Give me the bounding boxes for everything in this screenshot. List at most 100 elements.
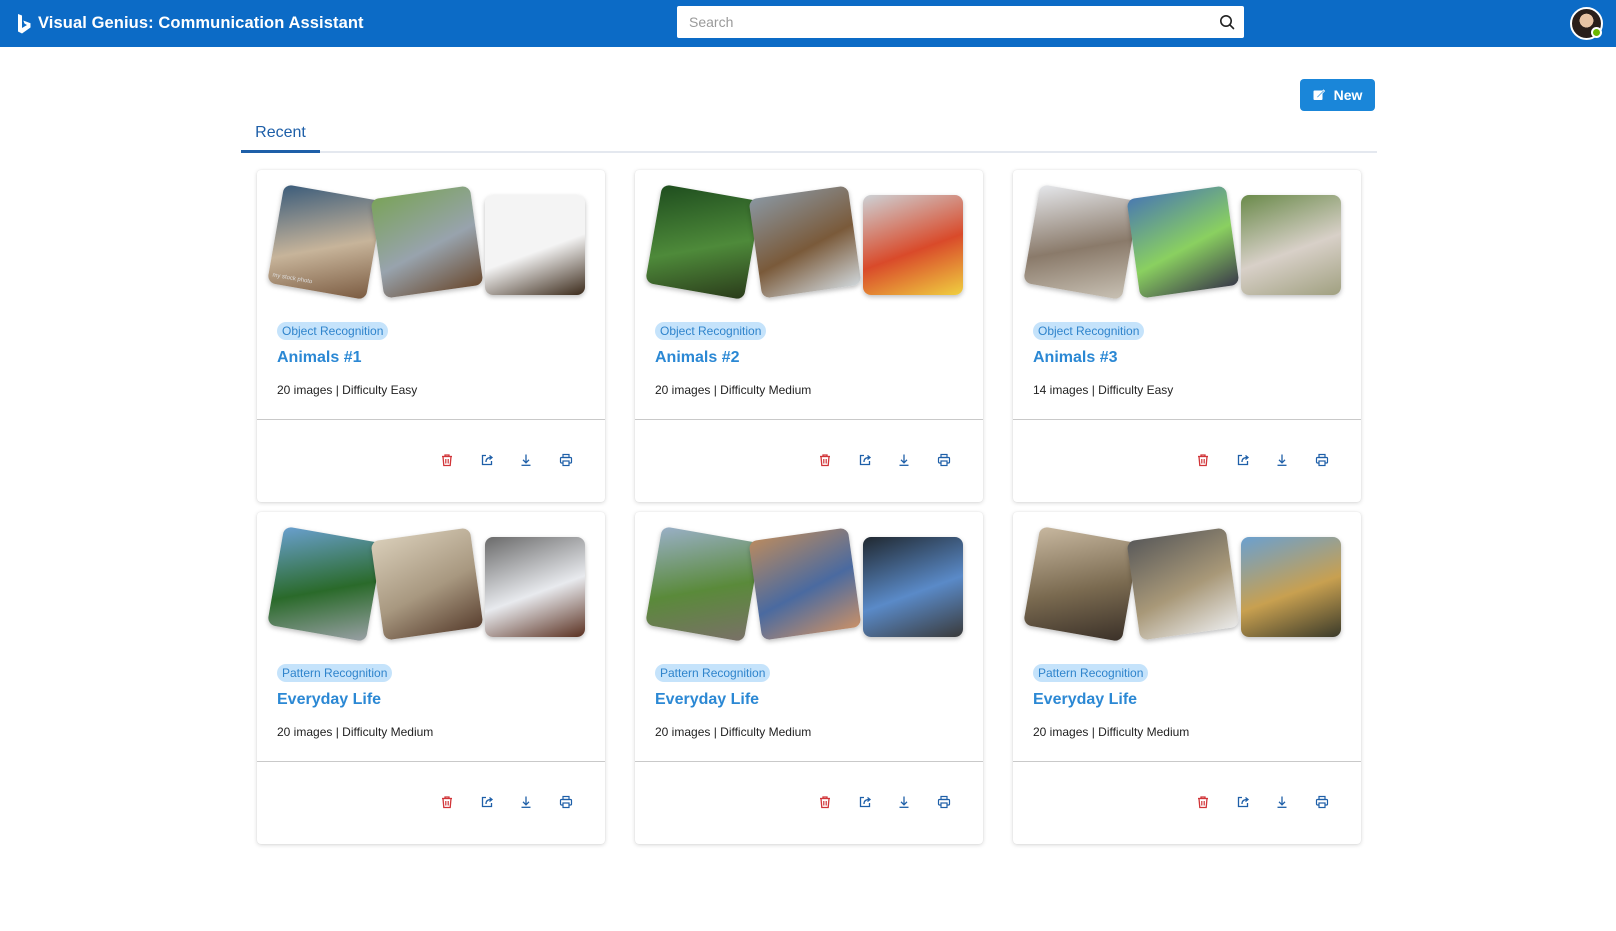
- card-thumbnails: my stock photo: [257, 170, 605, 320]
- delete-icon: [1196, 453, 1210, 467]
- card-divider: [1013, 761, 1361, 762]
- search-icon: [1220, 15, 1235, 30]
- thumbnail-image: [1126, 185, 1240, 299]
- thumbnail-image: [863, 195, 963, 295]
- card-thumbnails: [635, 512, 983, 662]
- card-divider: [1013, 419, 1361, 420]
- card-title[interactable]: Everyday Life: [655, 691, 759, 709]
- search-input[interactable]: [677, 6, 1210, 38]
- print-icon: [1315, 453, 1329, 467]
- thumbnail-image: [370, 527, 484, 641]
- brand[interactable]: Visual Genius: Communication Assistant: [16, 0, 364, 47]
- card[interactable]: Object Recognition Animals #2 20 images …: [635, 170, 983, 502]
- delete-icon: [818, 453, 832, 467]
- card-title[interactable]: Animals #2: [655, 349, 739, 367]
- card-divider: [635, 761, 983, 762]
- new-button[interactable]: New: [1300, 79, 1375, 111]
- category-tag: Object Recognition: [1033, 322, 1145, 340]
- card-actions: [1193, 450, 1353, 470]
- delete-icon: [440, 795, 454, 809]
- delete-button[interactable]: [437, 450, 457, 470]
- card-title[interactable]: Animals #1: [277, 349, 361, 367]
- print-button[interactable]: [556, 450, 576, 470]
- thumbnail-image: [485, 537, 585, 637]
- download-icon: [519, 453, 533, 467]
- share-icon: [858, 795, 872, 809]
- share-icon: [1236, 453, 1250, 467]
- card-meta: 20 images | Difficulty Medium: [655, 383, 812, 397]
- print-button[interactable]: [934, 450, 954, 470]
- thumbnail-image: [748, 527, 862, 641]
- share-icon: [480, 453, 494, 467]
- card-thumbnails: [1013, 170, 1361, 320]
- print-button[interactable]: [934, 792, 954, 812]
- delete-icon: [818, 795, 832, 809]
- card-title[interactable]: Everyday Life: [1033, 691, 1137, 709]
- share-button[interactable]: [477, 792, 497, 812]
- category-tag: Object Recognition: [655, 322, 767, 340]
- card-title[interactable]: Everyday Life: [277, 691, 381, 709]
- download-button[interactable]: [516, 450, 536, 470]
- card-title[interactable]: Animals #3: [1033, 349, 1117, 367]
- delete-button[interactable]: [1193, 450, 1213, 470]
- search-button[interactable]: [1210, 6, 1244, 38]
- print-icon: [937, 453, 951, 467]
- thumbnail-image: [370, 185, 484, 299]
- delete-icon: [1196, 795, 1210, 809]
- compose-icon: [1313, 89, 1325, 100]
- card-meta: 14 images | Difficulty Easy: [1033, 383, 1174, 397]
- download-button[interactable]: [1272, 450, 1292, 470]
- share-button[interactable]: [1233, 792, 1253, 812]
- card-actions: [815, 792, 975, 812]
- search-box: [677, 6, 1244, 38]
- card[interactable]: Pattern Recognition Everyday Life 20 ima…: [257, 512, 605, 844]
- top-bar: Visual Genius: Communication Assistant: [0, 0, 1616, 47]
- share-button[interactable]: [855, 792, 875, 812]
- delete-icon: [440, 453, 454, 467]
- download-icon: [897, 795, 911, 809]
- photo-watermark: my stock photo: [271, 272, 313, 286]
- download-button[interactable]: [1272, 792, 1292, 812]
- delete-button[interactable]: [815, 792, 835, 812]
- new-button-label: New: [1333, 87, 1363, 103]
- share-button[interactable]: [1233, 450, 1253, 470]
- print-icon: [559, 795, 573, 809]
- print-button[interactable]: [556, 792, 576, 812]
- category-tag: Pattern Recognition: [277, 664, 393, 682]
- thumbnail-image: [645, 184, 761, 300]
- download-button[interactable]: [516, 792, 536, 812]
- thumbnail-image: my stock photo: [267, 184, 383, 300]
- download-button[interactable]: [894, 450, 914, 470]
- tab-recent[interactable]: Recent: [241, 115, 320, 153]
- category-tag: Pattern Recognition: [1033, 664, 1149, 682]
- card[interactable]: Object Recognition Animals #3 14 images …: [1013, 170, 1361, 502]
- card-thumbnails: [1013, 512, 1361, 662]
- download-button[interactable]: [894, 792, 914, 812]
- print-icon: [559, 453, 573, 467]
- card[interactable]: Pattern Recognition Everyday Life 20 ima…: [635, 512, 983, 844]
- thumbnail-image: [645, 526, 761, 642]
- card-meta: 20 images | Difficulty Medium: [277, 725, 434, 739]
- tab-bar: Recent: [241, 115, 1377, 153]
- share-button[interactable]: [855, 450, 875, 470]
- share-icon: [1236, 795, 1250, 809]
- thumbnail-image: [748, 185, 862, 299]
- print-button[interactable]: [1312, 792, 1332, 812]
- card-actions: [1193, 792, 1353, 812]
- thumbnail-image: [863, 537, 963, 637]
- card[interactable]: Pattern Recognition Everyday Life 20 ima…: [1013, 512, 1361, 844]
- download-icon: [897, 453, 911, 467]
- card[interactable]: my stock photo Object Recognition Animal…: [257, 170, 605, 502]
- share-button[interactable]: [477, 450, 497, 470]
- download-icon: [519, 795, 533, 809]
- thumbnail-image: [1023, 184, 1139, 300]
- card-actions: [437, 792, 597, 812]
- card-meta: 20 images | Difficulty Medium: [655, 725, 812, 739]
- print-icon: [937, 795, 951, 809]
- delete-button[interactable]: [1193, 792, 1213, 812]
- print-button[interactable]: [1312, 450, 1332, 470]
- print-icon: [1315, 795, 1329, 809]
- card-meta: 20 images | Difficulty Medium: [1033, 725, 1190, 739]
- delete-button[interactable]: [437, 792, 457, 812]
- delete-button[interactable]: [815, 450, 835, 470]
